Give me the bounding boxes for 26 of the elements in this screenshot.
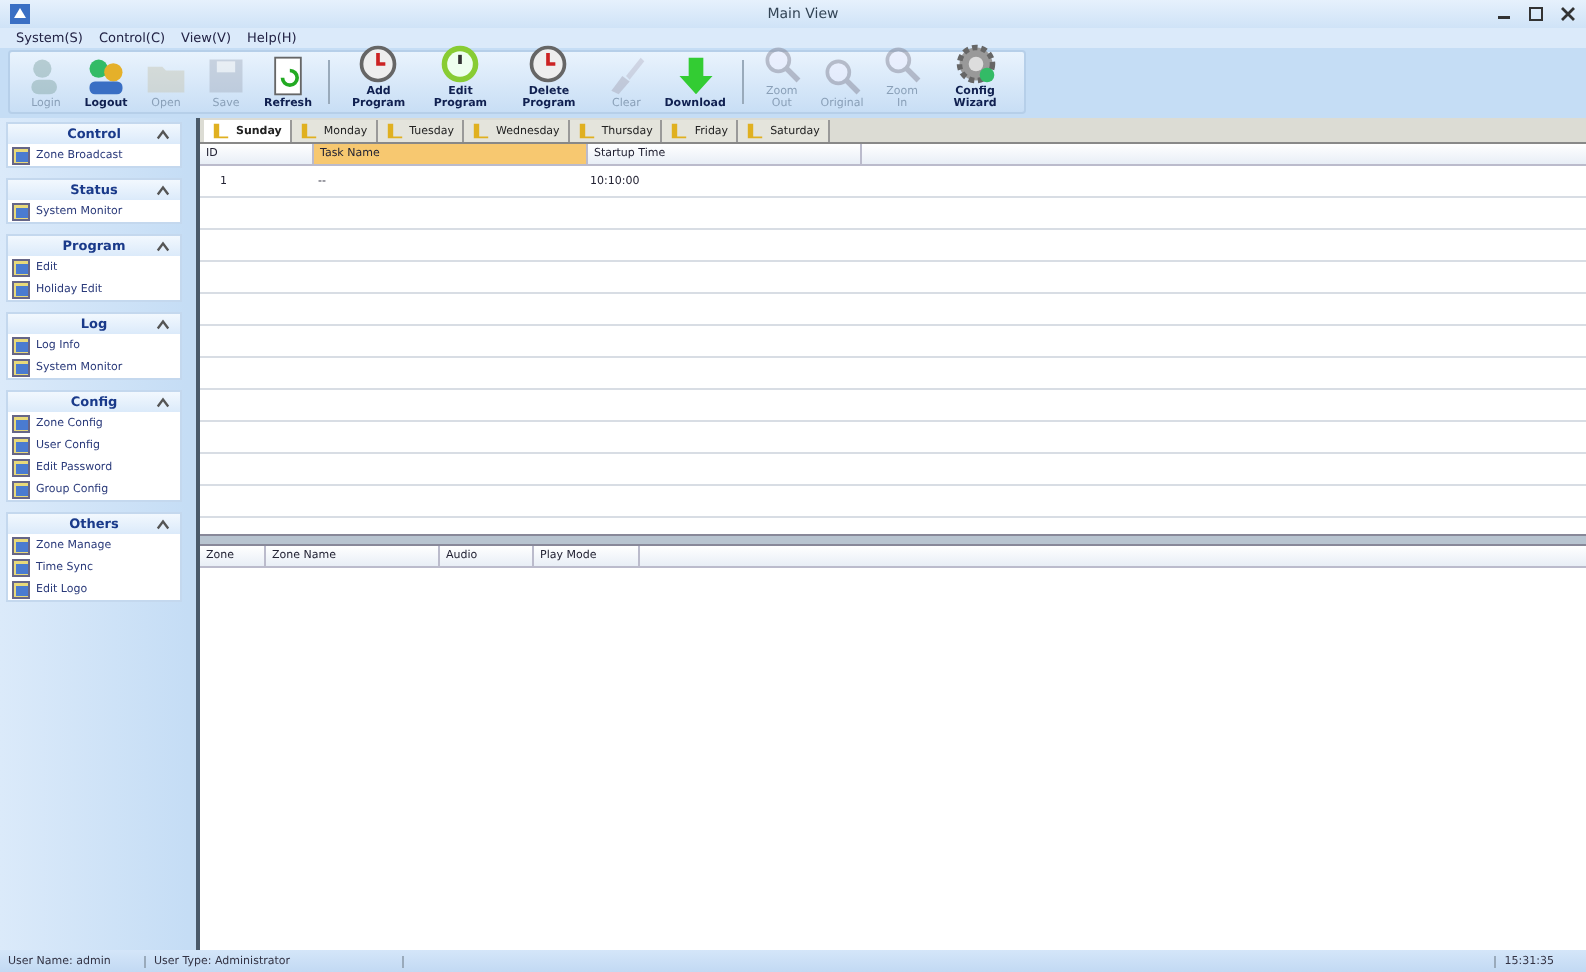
timer-icon <box>438 42 483 86</box>
tab-icon <box>471 122 490 140</box>
collapse-icon[interactable] <box>156 317 170 331</box>
clock-icon <box>356 42 401 86</box>
tab-icon <box>299 122 318 140</box>
item-icon <box>12 201 32 221</box>
tab-icon <box>577 122 596 140</box>
tab-icon <box>746 122 765 140</box>
search-icon <box>820 54 865 98</box>
close-icon[interactable] <box>1557 4 1578 24</box>
search-icon <box>880 42 925 86</box>
tab-icon <box>670 122 689 140</box>
users-icon <box>84 54 128 98</box>
settings-icon <box>953 42 998 86</box>
tab-icon <box>212 122 230 140</box>
collapse-icon[interactable] <box>156 239 170 253</box>
save-icon <box>204 54 248 98</box>
collapse-icon[interactable] <box>156 517 170 531</box>
collapse-icon[interactable] <box>156 183 170 197</box>
tab-icon <box>385 122 404 140</box>
item-icon <box>12 145 32 165</box>
clock-icon <box>526 42 571 86</box>
app-icon <box>8 2 32 26</box>
collapse-icon[interactable] <box>156 127 170 141</box>
maximize-icon[interactable] <box>1525 4 1546 24</box>
collapse-icon[interactable] <box>156 395 170 409</box>
